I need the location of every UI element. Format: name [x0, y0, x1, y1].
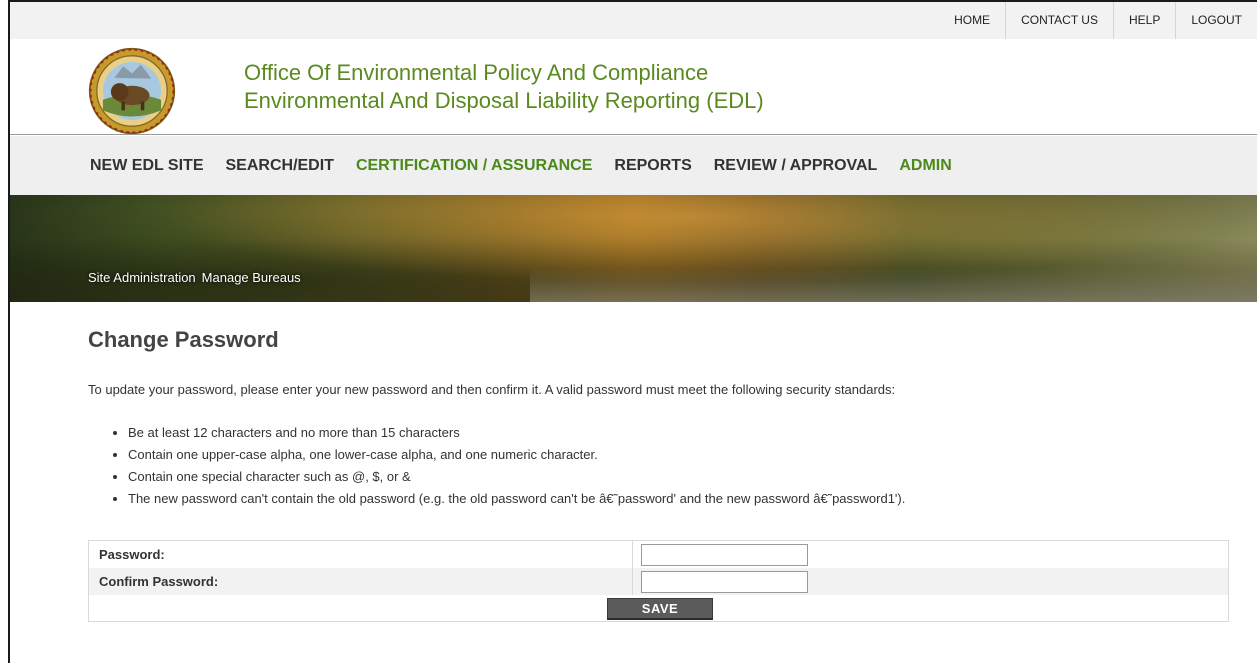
save-button[interactable]: SAVE — [607, 598, 713, 620]
utility-links: HOME CONTACT US HELP LOGOUT — [939, 2, 1257, 39]
nav-reports[interactable]: REPORTS — [614, 157, 691, 175]
utility-bar: HOME CONTACT US HELP LOGOUT — [10, 2, 1257, 39]
nav-review-approval[interactable]: REVIEW / APPROVAL — [714, 157, 878, 175]
confirm-password-row: Confirm Password: — [89, 568, 1228, 595]
site-titles: Office Of Environmental Policy And Compl… — [244, 59, 764, 115]
rule-no-old-password: The new password can't contain the old p… — [128, 488, 905, 510]
rule-length: Be at least 12 characters and no more th… — [128, 422, 905, 444]
password-label: Password: — [99, 547, 165, 562]
app-frame: HOME CONTACT US HELP LOGOUT Office Of En… — [8, 0, 1257, 663]
rule-special-character: Contain one special character such as @,… — [128, 466, 905, 488]
home-link[interactable]: HOME — [939, 2, 1005, 39]
intro-text: To update your password, please enter yo… — [88, 382, 896, 397]
nav-certification-assurance[interactable]: CERTIFICATION / ASSURANCE — [356, 157, 592, 175]
forest-banner: Site Administration Manage Bureaus — [10, 195, 1257, 302]
nav-new-edl-site[interactable]: NEW EDL SITE — [90, 157, 204, 175]
save-row: SAVE — [89, 595, 1228, 621]
password-input[interactable] — [641, 544, 808, 566]
page-title: Change Password — [88, 327, 279, 352]
nav-admin[interactable]: ADMIN — [899, 157, 951, 175]
main-nav: NEW EDL SITE SEARCH/EDIT CERTIFICATION /… — [10, 136, 1257, 195]
logout-link[interactable]: LOGOUT — [1175, 2, 1257, 39]
breadcrumb: Site Administration Manage Bureaus — [88, 270, 307, 285]
breadcrumb-site-administration[interactable]: Site Administration — [88, 270, 196, 285]
password-rules: Be at least 12 characters and no more th… — [110, 422, 905, 510]
rule-character-mix: Contain one upper-case alpha, one lower-… — [128, 444, 905, 466]
contact-us-link[interactable]: CONTACT US — [1005, 2, 1113, 39]
confirm-password-input[interactable] — [641, 571, 808, 593]
nav-search-edit[interactable]: SEARCH/EDIT — [226, 157, 334, 175]
breadcrumb-manage-bureaus[interactable]: Manage Bureaus — [202, 270, 301, 285]
change-password-form: Password: Confirm Password: SAVE — [88, 540, 1229, 622]
site-header: Office Of Environmental Policy And Compl… — [10, 39, 1257, 135]
password-row: Password: — [89, 541, 1228, 568]
column-divider — [632, 541, 633, 568]
main-nav-items: NEW EDL SITE SEARCH/EDIT CERTIFICATION /… — [90, 136, 974, 195]
column-divider — [632, 568, 633, 595]
site-title-line1: Office Of Environmental Policy And Compl… — [244, 60, 709, 85]
banner-creek — [530, 268, 1257, 302]
site-title-line2: Environmental And Disposal Liability Rep… — [244, 88, 764, 113]
confirm-password-label: Confirm Password: — [99, 574, 219, 589]
doi-seal-icon[interactable] — [88, 47, 176, 135]
help-link[interactable]: HELP — [1112, 2, 1175, 39]
